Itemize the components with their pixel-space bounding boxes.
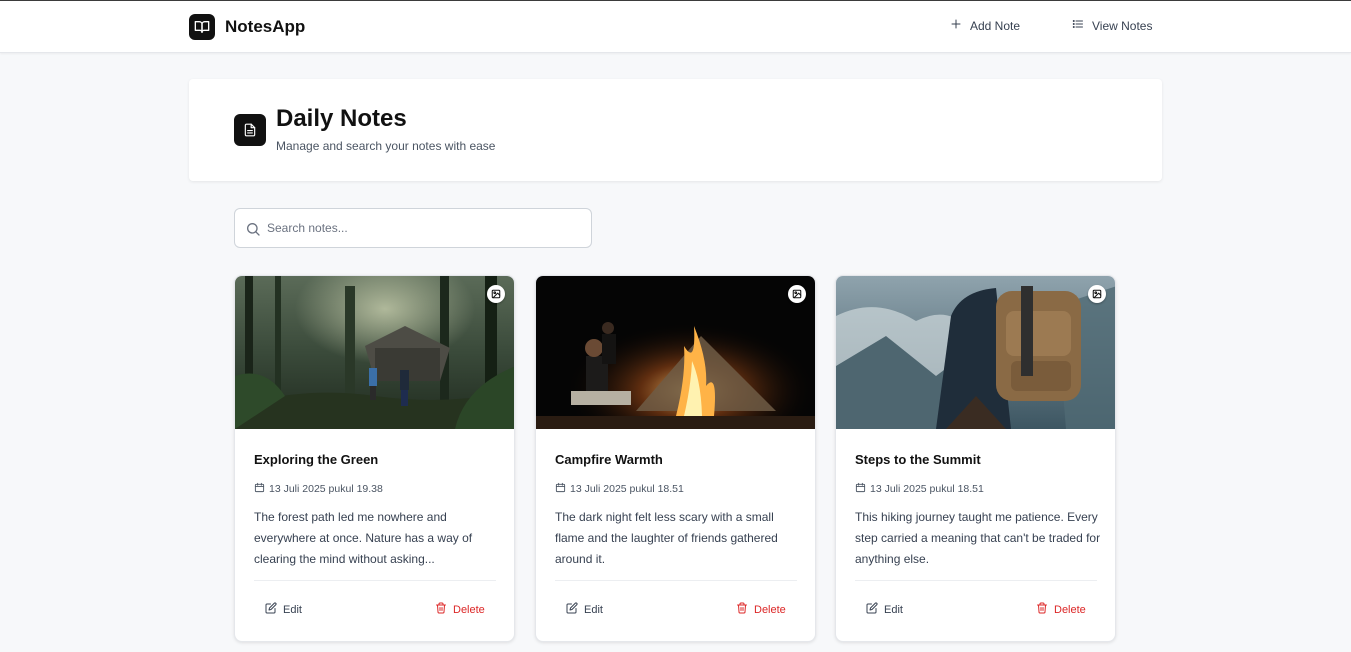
brand-link[interactable]: NotesApp <box>189 14 305 40</box>
note-body: The dark night felt less scary with a sm… <box>555 510 778 566</box>
search-input[interactable] <box>267 217 577 239</box>
brand-name: NotesApp <box>225 17 306 36</box>
edit-button[interactable]: Edit <box>265 602 302 617</box>
delete-label: Delete <box>453 603 485 616</box>
note-date-text: 13 Juli 2025 pukul 19.38 <box>269 483 383 495</box>
card-divider <box>254 580 496 581</box>
view-notes-label: View Notes <box>1092 18 1153 33</box>
file-text-icon <box>234 114 266 146</box>
trash-icon <box>736 602 748 617</box>
list-icon <box>1072 18 1084 33</box>
calendar-icon <box>555 482 566 496</box>
edit-label: Edit <box>584 603 603 616</box>
delete-button[interactable]: Delete <box>1036 602 1086 617</box>
note-date: 13 Juli 2025 pukul 18.51 <box>555 482 684 496</box>
view-notes-link[interactable]: View Notes <box>1072 18 1152 33</box>
plus-icon <box>950 18 962 33</box>
delete-button[interactable]: Delete <box>435 602 485 617</box>
note-body: This hiking journey taught me patience. … <box>855 510 1101 566</box>
note-date-text: 13 Juli 2025 pukul 18.51 <box>870 483 984 495</box>
page-header: Daily Notes Manage and search your notes… <box>189 79 1162 181</box>
image-icon <box>487 285 505 303</box>
card-divider <box>855 580 1097 581</box>
calendar-icon <box>254 482 265 496</box>
campfire-photo <box>536 276 815 429</box>
delete-button[interactable]: Delete <box>736 602 786 617</box>
calendar-icon <box>855 482 866 496</box>
note-date-text: 13 Juli 2025 pukul 18.51 <box>570 483 684 495</box>
hiker-photo <box>836 276 1115 429</box>
delete-label: Delete <box>754 603 786 616</box>
note-date: 13 Juli 2025 pukul 18.51 <box>855 482 984 496</box>
edit-icon <box>566 602 578 617</box>
image-icon <box>1088 285 1106 303</box>
navbar: NotesApp Add Note View Notes <box>0 0 1351 53</box>
note-card: Steps to the Summit 13 Juli 2025 pukul 1… <box>835 275 1116 642</box>
add-note-label: Add Note <box>970 18 1021 33</box>
card-divider <box>555 580 797 581</box>
note-title: Exploring the Green <box>254 452 379 467</box>
image-icon <box>788 285 806 303</box>
note-card: Campfire Warmth 13 Juli 2025 pukul 18.51… <box>535 275 816 642</box>
edit-button[interactable]: Edit <box>866 602 903 617</box>
note-title: Campfire Warmth <box>555 452 663 467</box>
edit-button[interactable]: Edit <box>566 602 603 617</box>
note-title: Steps to the Summit <box>855 452 981 467</box>
book-open-icon <box>189 14 215 40</box>
search-icon <box>245 221 261 237</box>
edit-label: Edit <box>283 603 302 616</box>
page-subtitle: Manage and search your notes with ease <box>276 139 496 153</box>
add-note-link[interactable]: Add Note <box>950 18 1020 33</box>
note-date: 13 Juli 2025 pukul 19.38 <box>254 482 383 496</box>
note-body: The forest path led me nowhere and every… <box>254 510 473 566</box>
edit-icon <box>866 602 878 617</box>
trash-icon <box>1036 602 1048 617</box>
delete-label: Delete <box>1054 603 1086 616</box>
note-card: Exploring the Green 13 Juli 2025 pukul 1… <box>234 275 515 642</box>
page-title: Daily Notes <box>276 105 407 132</box>
trash-icon <box>435 602 447 617</box>
forest-photo <box>235 276 514 429</box>
edit-icon <box>265 602 277 617</box>
search-box <box>234 208 592 248</box>
edit-label: Edit <box>884 603 903 616</box>
